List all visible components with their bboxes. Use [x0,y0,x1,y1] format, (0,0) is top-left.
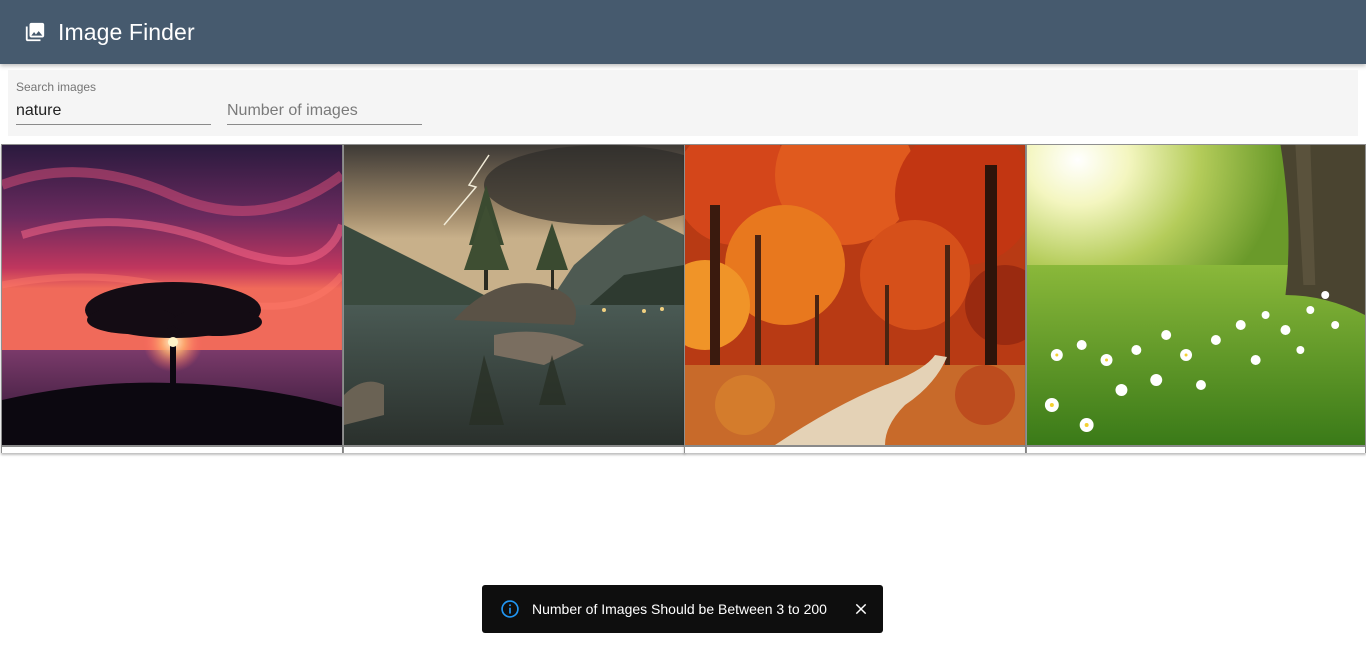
image-autumn-forest-path[interactable] [685,145,1025,447]
search-toolbar: Search images [8,70,1358,136]
image-card[interactable] [343,144,685,453]
count-field [227,70,422,128]
close-icon[interactable] [851,599,871,619]
snackbar: Number of Images Should be Between 3 to … [482,585,883,633]
image-tree-sunset[interactable] [2,145,342,447]
photo-library-icon [24,21,46,43]
number-of-images-input[interactable] [227,97,422,125]
snackbar-message: Number of Images Should be Between 3 to … [532,601,827,617]
search-label: Search images [16,80,97,94]
image-card[interactable] [1026,144,1366,453]
app-bar: Image Finder [0,0,1366,64]
image-sunny-meadow-flowers[interactable] [1027,145,1365,447]
image-card[interactable] [684,144,1026,453]
image-lake-island-lightning[interactable] [344,145,684,447]
info-icon [500,599,520,619]
search-field: Search images [16,70,211,128]
image-grid [0,144,1366,454]
search-input[interactable] [16,97,211,125]
image-card[interactable] [1,144,343,453]
app-title: Image Finder [58,18,195,45]
